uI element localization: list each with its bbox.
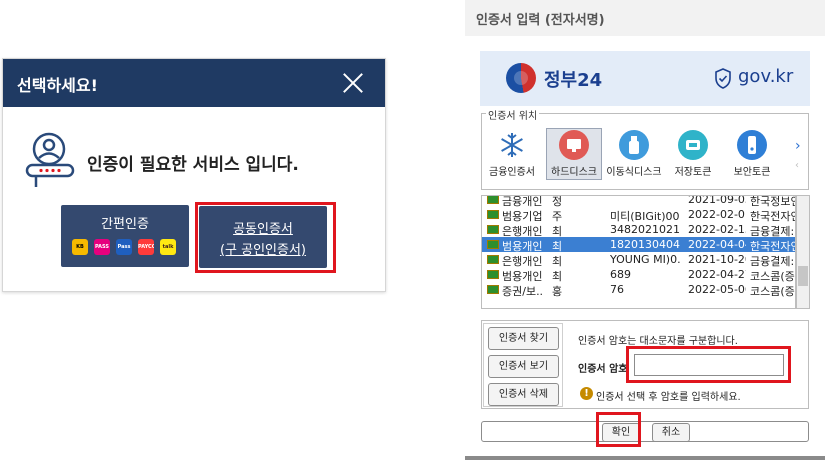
cert-col2-cell: 홍 (552, 285, 563, 298)
password-label: 인증서 암호 (578, 364, 628, 375)
certificate-row[interactable]: 은행개인 최 YOUNG MI)0... 2021-10-20 금융결제: (482, 252, 795, 268)
kakaotalk-app-icon: talk (160, 239, 176, 255)
cert-date-cell: 2022-02-15 (688, 223, 746, 236)
delete-cert-button[interactable]: 인증서 삭제 (488, 383, 559, 406)
modal-header: 선택하세요! (3, 59, 385, 107)
token-icon (678, 130, 708, 160)
certificate-row[interactable]: 은행개인최34820210215...2022-02-15금융결제: (482, 222, 795, 238)
gov-domain: gov.kr (738, 66, 794, 87)
certificate-row[interactable]: 범용기업주미티(BIGit)00...2022-02-01한국전자인 (482, 207, 795, 223)
modal-title: 선택하세요! (17, 76, 98, 95)
location-hard-disk[interactable]: 하드디스크 (544, 128, 604, 180)
certificate-icon (487, 196, 499, 204)
certificate-icon (487, 225, 499, 234)
chevron-right-icon[interactable]: › (795, 138, 801, 154)
cert-issuer-cell: YOUNG MI)0... (610, 253, 680, 266)
cert-date-cell: 2022-05-06 (688, 283, 746, 296)
chevron-left-icon[interactable]: ‹ (795, 160, 799, 171)
certificate-icon (487, 285, 499, 294)
kb-app-icon: KB (72, 239, 88, 255)
certificate-row[interactable]: 범용개인최6892022-04-27코스콤(증... (482, 267, 795, 283)
highlight-box-password (626, 346, 791, 383)
location-label: 금융인증서 (489, 167, 535, 178)
pass-blue-app-icon: Pass (116, 239, 132, 255)
cert-date-cell: 2021-10-20 (688, 253, 746, 266)
cert-type-cell: 증권/보... (502, 285, 542, 298)
location-label: 하드디스크 (551, 167, 597, 178)
cert-location-label: 인증서 위치 (486, 107, 540, 122)
cert-date-cell: 2022-02-01 (688, 208, 746, 221)
scrollbar-thumb[interactable] (798, 266, 808, 286)
dialog-bottom-border (465, 456, 825, 460)
certificate-icon (487, 255, 499, 264)
location-label: 저장토큰 (674, 167, 712, 178)
warning-icon: ! (580, 387, 593, 400)
location-security-token[interactable]: 보안토큰 (722, 128, 782, 180)
location-storage-token[interactable]: 저장토큰 (663, 128, 723, 180)
close-icon[interactable] (339, 69, 367, 97)
auth-select-modal: 선택하세요! 인증이 필요한 서비스 입니다. 간편인증 KB PASS Pas… (2, 58, 386, 292)
certificate-list-scrollbar[interactable] (796, 195, 810, 309)
location-label: 보안토큰 (733, 167, 771, 178)
certificate-row[interactable]: 범용개인최1820130404...2022-04-04한국전자인 (482, 237, 795, 253)
cert-issuer-cell: 34820210215... (610, 223, 680, 236)
view-cert-button[interactable]: 인증서 보기 (488, 355, 559, 378)
certificate-user-icon (25, 132, 75, 187)
certificate-icon (487, 210, 499, 219)
cert-issuer-cell: 1820130404... (610, 238, 680, 251)
gov24-name: 정부24 (544, 70, 603, 91)
certificate-row[interactable]: 증권/보... 홍 76 2022-05-06 코스콤(증... (482, 282, 795, 298)
dialog-title: 인증서 입력 (전자서명) (476, 13, 605, 28)
cancel-button[interactable]: 취소 (652, 423, 690, 442)
shield-icon (715, 68, 731, 89)
taegeuk-logo-icon (506, 63, 536, 93)
dialog-title-bar: 인증서 입력 (전자서명) (465, 0, 825, 36)
cert-issuer-cell: 689 (610, 268, 631, 281)
pass-app-icon: PASS (94, 239, 110, 255)
certificate-icon (487, 240, 499, 249)
snowflake-icon (501, 133, 523, 157)
simple-auth-label: 간편인증 (101, 217, 149, 232)
location-label: 이동식디스크 (606, 167, 662, 178)
certificate-row[interactable]: 금융개인 정 2021-09-03 한국정보인 (482, 195, 795, 208)
cert-date-cell: 2022-04-04 (688, 238, 746, 251)
cert-date-cell: 2022-04-27 (688, 268, 746, 281)
cert-date-cell: 2021-09-03 (688, 195, 746, 206)
location-financial-cert[interactable]: 금융인증서 (482, 128, 542, 180)
highlight-box-cert-button (195, 202, 336, 273)
certificate-icon (487, 270, 499, 279)
simple-auth-button[interactable]: 간편인증 KB PASS Pass PAYCO talk (61, 205, 189, 267)
cert-issuer-cell: 76 (610, 283, 624, 296)
monitor-icon (559, 130, 589, 160)
highlight-box-ok-button (596, 412, 641, 447)
auth-required-message: 인증이 필요한 서비스 입니다. (87, 155, 299, 175)
payco-app-icon: PAYCO (138, 239, 154, 255)
cert-org-cell: 코스콤(증... (750, 285, 795, 298)
password-warning-text: 인증서 선택 후 암호를 입력하세요. (596, 392, 741, 403)
security-token-icon (737, 130, 767, 160)
usb-drive-icon (619, 130, 649, 160)
gov24-banner: 정부24 gov.kr (480, 51, 810, 106)
dialog-action-bar (481, 421, 809, 442)
certificate-list[interactable]: 금융개인정2021-09-03한국정보인범용기업주미티(BIGit)00...2… (481, 195, 796, 309)
find-cert-button[interactable]: 인증서 찾기 (488, 327, 559, 350)
password-case-note: 인증서 암호는 대소문자를 구분합니다. (578, 336, 738, 347)
location-removable-disk[interactable]: 이동식디스크 (604, 128, 664, 180)
